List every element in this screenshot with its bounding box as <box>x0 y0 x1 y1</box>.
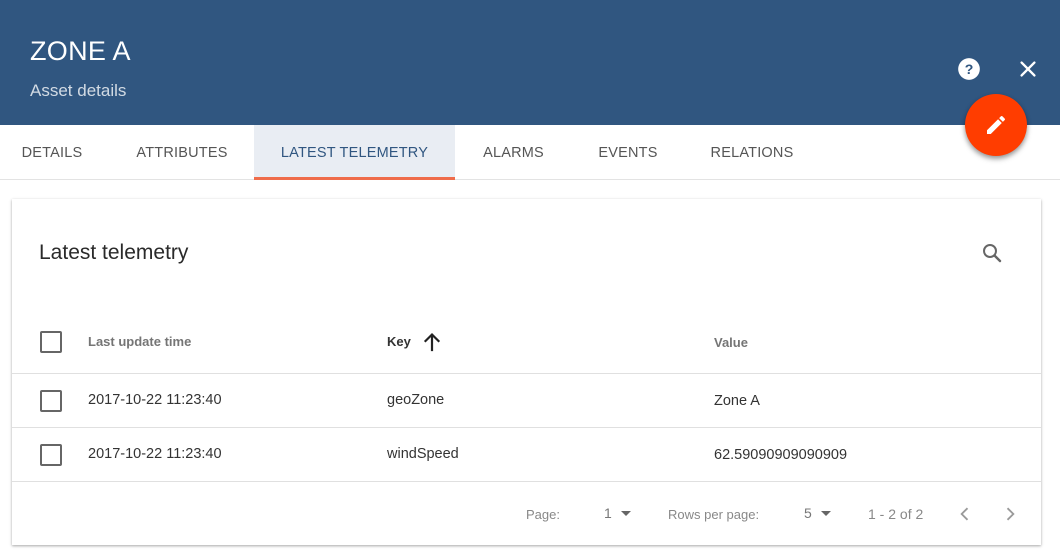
page-subtitle: Asset details <box>30 81 127 100</box>
edit-fab-button[interactable] <box>965 94 1027 156</box>
tab-details[interactable]: DETAILS <box>0 125 104 180</box>
column-header-value[interactable]: Value <box>714 335 748 350</box>
column-header-key[interactable]: Key <box>387 334 411 349</box>
rows-per-page-label: Rows per page: <box>668 507 760 522</box>
arrow-up-icon[interactable] <box>420 330 444 354</box>
rows-per-page-value: 5 <box>804 505 812 521</box>
tab-attributes[interactable]: ATTRIBUTES <box>110 125 254 180</box>
pagination-range: 1 - 2 of 2 <box>868 506 924 522</box>
card-title: Latest telemetry <box>39 241 189 264</box>
tab-latest-telemetry[interactable]: LATEST TELEMETRY <box>254 125 455 180</box>
close-button[interactable] <box>1013 54 1043 84</box>
select-all-checkbox[interactable] <box>40 331 62 353</box>
row-divider <box>12 427 1041 428</box>
rows-per-page-select[interactable]: 5 <box>804 505 831 521</box>
close-icon <box>1020 61 1036 77</box>
chevron-left-icon <box>960 507 969 521</box>
dropdown-caret-icon <box>820 510 831 516</box>
row-divider <box>12 373 1041 374</box>
details-header: ZONE A Asset details ? <box>0 0 1060 125</box>
chevron-right-icon <box>1006 507 1015 521</box>
svg-text:?: ? <box>965 61 974 77</box>
tab-bar: DETAILS ATTRIBUTES LATEST TELEMETRY ALAR… <box>0 125 1060 180</box>
telemetry-card: Latest telemetry Last update time Key Va… <box>12 199 1041 545</box>
dropdown-caret-icon <box>620 510 631 516</box>
help-button[interactable]: ? <box>954 54 984 84</box>
page-title: ZONE A <box>30 36 131 66</box>
page-label: Page: <box>526 507 560 522</box>
page-select-value: 1 <box>604 505 612 521</box>
cell-last-update-time: 2017-10-22 11:23:40 <box>88 446 222 462</box>
previous-page-button[interactable] <box>951 500 979 528</box>
next-page-button[interactable] <box>996 500 1024 528</box>
help-circle-icon: ? <box>958 58 980 80</box>
tab-relations[interactable]: RELATIONS <box>684 125 820 180</box>
tab-alarms[interactable]: ALARMS <box>455 125 572 180</box>
cell-last-update-time: 2017-10-22 11:23:40 <box>88 392 222 408</box>
row-checkbox[interactable] <box>40 444 62 466</box>
column-header-last-update-time[interactable]: Last update time <box>88 334 191 349</box>
tab-events[interactable]: EVENTS <box>572 125 684 180</box>
search-button[interactable] <box>978 239 1006 267</box>
cell-key: windSpeed <box>387 446 459 462</box>
row-checkbox[interactable] <box>40 390 62 412</box>
row-divider <box>12 481 1041 482</box>
pencil-icon <box>987 115 1006 134</box>
search-icon <box>983 244 1002 263</box>
cell-value: 62.59090909090909 <box>714 447 848 463</box>
page-select[interactable]: 1 <box>604 505 631 521</box>
cell-key: geoZone <box>387 392 445 408</box>
cell-value: Zone A <box>714 393 760 409</box>
